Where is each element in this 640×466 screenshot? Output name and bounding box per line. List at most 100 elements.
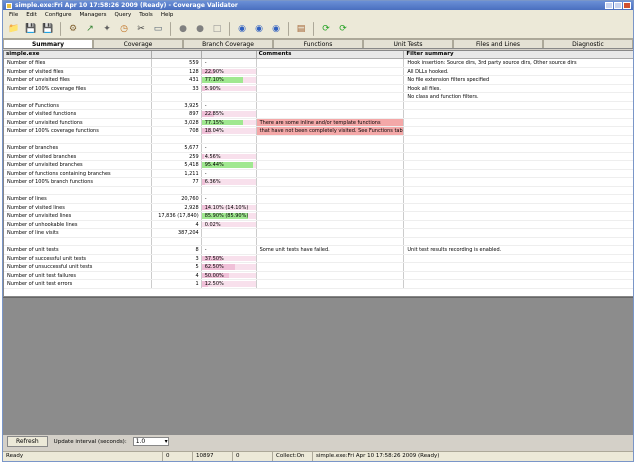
tab-diagnostic[interactable]: Diagnostic [543,39,633,48]
table-row[interactable]: Number of successful unit tests 3 37.50% [4,254,633,263]
row-label-text: Number of successful unit tests [7,255,87,262]
table-row[interactable]: Number of visited lines 2,928 14.10% (14.1… [4,203,633,212]
column-header-name[interactable]: simple.exe [4,51,152,58]
row-filter-text [406,239,407,245]
table-row[interactable]: Number of lines 20,760- [4,195,633,204]
row-comment [257,254,405,262]
row-label: Number of unvisited branches [4,161,152,169]
row-comment [257,178,405,186]
menu-configure[interactable]: Configure [41,12,76,18]
row-filter-text [406,213,407,219]
menu-edit[interactable]: Edit [22,12,41,18]
table-row[interactable]: Number of line visits 387,204 [4,229,633,238]
column-header-percent[interactable] [202,51,257,58]
row-filter [404,102,633,110]
row-label: Number of visited functions [4,110,152,118]
open-icon[interactable]: 📁 [7,22,21,36]
row-percent: 14.10% (14.10%) [201,203,257,211]
table-row[interactable]: Number of branches 5,677- [4,144,633,153]
maximize-button[interactable] [614,2,622,9]
row-percent-text: - [204,145,207,151]
table-row[interactable]: Number of visited files 128 22.90% All DLLs… [4,67,633,76]
table-row[interactable]: Number of 100% branch functions 77 6.36% [4,178,633,187]
column-header-value[interactable] [152,51,202,58]
row-label: Number of functions containing branches [4,169,152,177]
table-row[interactable]: Number of unit test failures 4 50.00% [4,271,633,280]
row-value: 20,760 [152,195,202,203]
table-row[interactable]: Number of visited branches 259 4.56% [4,152,633,161]
menu-managers[interactable]: Managers [76,12,111,18]
row-label-text [6,188,7,194]
settings-icon[interactable]: ⚙ [66,22,80,36]
table-row[interactable]: Number of files 559- Hook insertion: Sourc… [4,59,633,68]
table-row[interactable]: Number of Functions 3,925- [4,101,633,110]
network3-icon[interactable]: ◉ [269,22,283,36]
row-percent-text: 95.44% [204,162,224,168]
table-row[interactable] [4,135,633,144]
record-icon[interactable]: ● [176,22,190,36]
row-percent-text [204,230,205,236]
menu-tools[interactable]: Tools [135,12,157,18]
inject-icon[interactable]: ↗ [83,22,97,36]
row-value-text: 5,677 [184,145,199,151]
row-label [4,93,152,101]
trash-icon[interactable]: ▭ [151,22,165,36]
row-percent-text: 4.56% [204,153,221,160]
tab-files-and-lines[interactable]: Files and Lines [453,39,543,48]
table-row[interactable]: Number of unit test errors 1 12.50% [4,280,633,289]
update-interval-value: 1.0 [135,438,146,445]
scissors-icon[interactable]: ✂ [134,22,148,36]
table-row[interactable]: Number of functions containing branches 1… [4,169,633,178]
wrench-icon[interactable]: ✦ [100,22,114,36]
table-row[interactable]: Number of unhookable lines 4 0.02% [4,220,633,229]
column-header-filter-summary[interactable]: Filter summary [404,51,633,58]
update-interval-select[interactable]: 1.0 ▾ [132,437,169,446]
row-value: 4 [152,271,202,279]
save-icon[interactable]: 💾 [24,22,38,36]
table-row[interactable] [4,186,633,195]
table-row[interactable]: Number of visited functions 897 22.85% [4,110,633,119]
menu-file[interactable]: File [5,12,22,18]
tab-branch-coverage[interactable]: Branch Coverage [183,39,273,48]
row-label-text: Number of unvisited functions [7,119,83,126]
network-icon[interactable]: ◉ [235,22,249,36]
row-filter-text: Hook all files. [407,85,441,92]
row-comment [257,93,405,101]
refresh-button[interactable]: Refresh [7,436,48,447]
table-row[interactable]: Number of unvisited branches 5,418 95.44% [4,161,633,170]
save-as-icon[interactable]: 💾 [41,22,55,36]
table-row[interactable]: Number of unvisited functions 3,028 77.15%… [4,118,633,127]
clock-icon[interactable]: ◷ [117,22,131,36]
network2-icon[interactable]: ◉ [252,22,266,36]
table-row[interactable]: Number of unvisited files 431 77.10% No fil… [4,76,633,85]
table-header: simple.exe Comments Filter summary [4,51,633,59]
tab-functions[interactable]: Functions [273,39,363,48]
table-row[interactable] [4,237,633,246]
table-row[interactable]: Number of 100% coverage functions 708 18.0… [4,127,633,136]
row-filter [404,178,633,186]
menu-query[interactable]: Query [111,12,136,18]
row-percent: 4.56% [201,152,257,160]
tab-coverage[interactable]: Coverage [93,39,183,48]
refresh-icon[interactable]: ⟳ [319,22,333,36]
manager-icon[interactable]: ▤ [294,22,308,36]
table-row[interactable]: Number of 100% coverage files 33 5.90% Hook… [4,84,633,93]
row-comment-text [259,273,260,279]
row-value: 3 [152,254,202,262]
column-header-comments[interactable]: Comments [257,51,405,58]
table-row[interactable]: Number of unsuccessful unit tests 5 62.50% [4,263,633,272]
title-bar: simple.exe:Fri Apr 10 17:58:26 2009 (Rea… [3,1,633,10]
table-row[interactable]: No class and function filters. [4,93,633,102]
stop-icon[interactable]: ● [193,22,207,36]
refresh2-icon[interactable]: ⟳ [336,22,350,36]
menu-help[interactable]: Help [157,12,178,18]
row-percent: - [202,195,257,203]
close-button[interactable] [623,2,631,9]
tab-summary[interactable]: Summary [3,39,93,48]
tab-unit-tests[interactable]: Unit Tests [363,39,453,48]
row-filter-text [406,273,407,279]
table-row[interactable]: Number of unvisited lines 17,836 (17,840)… [4,212,633,221]
minimize-button[interactable] [605,2,613,9]
table-row[interactable]: Number of unit tests 8- Some unit tests ha… [4,246,633,255]
clear-icon[interactable]: □ [210,22,224,36]
